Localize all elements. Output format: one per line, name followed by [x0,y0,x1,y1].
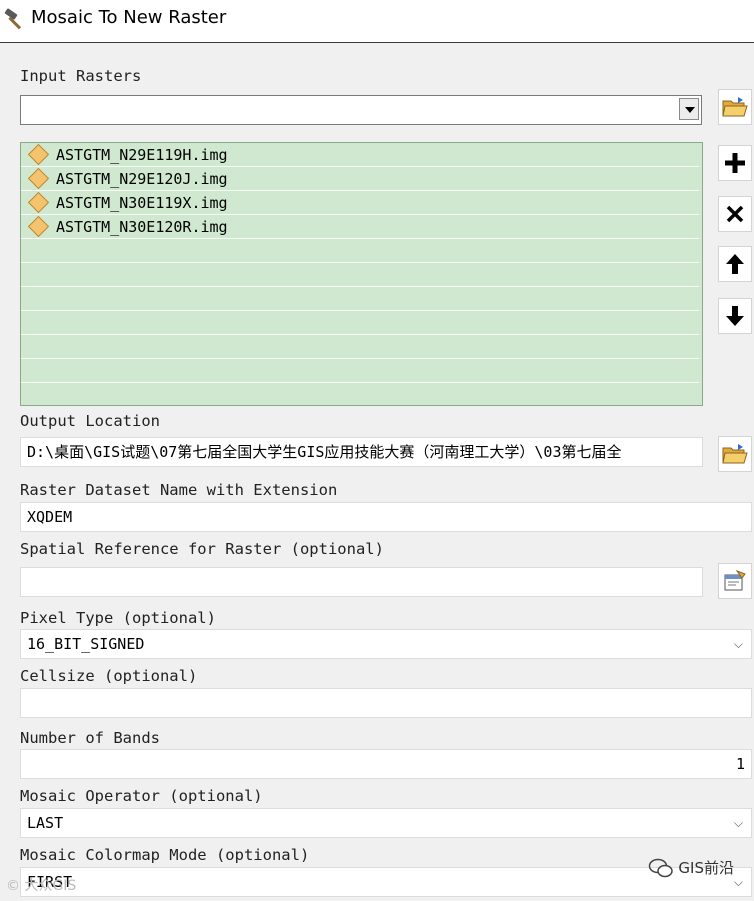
chevron-down-icon: ⌵ [733,875,743,889]
input-rasters-combo[interactable] [20,95,702,125]
chevron-down-icon: ⌵ [733,816,743,830]
output-location-input[interactable]: D:\桌面\GIS试题\07第七届全国大学生GIS应用技能大赛（河南理工大学）\… [20,437,703,467]
window-title: Mosaic To New Raster [31,7,227,28]
list-item[interactable]: ASTGTM_N30E120R.img [21,215,699,239]
remove-button[interactable] [718,196,752,232]
mosaic-operator-value: LAST [27,814,64,832]
hammer-icon [4,8,22,30]
arrow-up-icon [726,254,744,274]
number-of-bands-input[interactable]: 1 [20,749,752,779]
browse-output-button[interactable] [718,436,752,472]
watermark: GIS前沿 [648,857,734,878]
open-folder-icon [722,97,748,117]
mosaic-operator-select[interactable]: LAST ⌵ [20,808,752,838]
cellsize-input[interactable] [20,688,752,718]
input-rasters-label: Input Rasters [20,67,142,85]
spatial-reference-label: Spatial Reference for Raster (optional) [20,540,384,558]
list-item[interactable]: ASTGTM_N29E120J.img [21,167,699,191]
watermark-secondary: © 大众GIS [6,878,77,894]
chevron-down-icon: ⌵ [733,637,743,651]
list-item[interactable]: ASTGTM_N29E119H.img [21,143,699,167]
pixel-type-label: Pixel Type (optional) [20,609,216,627]
raster-name-label: Raster Dataset Name with Extension [20,481,338,499]
combo-dropdown-button[interactable] [679,98,699,120]
raster-name-input[interactable]: XQDEM [20,502,752,532]
spatial-reference-input[interactable] [20,567,703,597]
output-location-label: Output Location [20,412,160,430]
x-icon [726,205,744,223]
raster-icon [27,191,50,214]
pixel-type-value: 16_BIT_SIGNED [27,635,145,653]
properties-icon [724,570,746,591]
open-folder-icon [722,444,748,464]
list-item-empty[interactable] [21,287,699,311]
move-up-button[interactable] [718,246,752,282]
list-item[interactable]: ASTGTM_N30E119X.img [21,191,699,215]
wechat-icon [649,858,674,877]
list-item-empty[interactable] [21,239,699,263]
title-bar: Mosaic To New Raster [0,0,754,43]
browse-input-button[interactable] [718,89,752,125]
list-item-empty[interactable] [21,263,699,287]
number-of-bands-label: Number of Bands [20,729,160,747]
pixel-type-select[interactable]: 16_BIT_SIGNED ⌵ [20,629,752,659]
list-item-empty[interactable] [21,335,699,359]
add-button[interactable] [718,145,752,181]
raster-icon [27,143,50,166]
spatial-reference-properties-button[interactable] [718,563,752,599]
arrow-down-icon [726,306,744,326]
plus-icon [725,153,745,173]
raster-icon [27,167,50,190]
cellsize-label: Cellsize (optional) [20,667,198,685]
list-item-empty[interactable] [21,311,699,335]
input-rasters-list[interactable]: ASTGTM_N29E119H.img ASTGTM_N29E120J.img … [20,142,703,406]
watermark-text: GIS前沿 [678,859,734,877]
colormap-mode-select[interactable]: FIRST ⌵ [20,867,752,897]
raster-icon [27,215,50,238]
move-down-button[interactable] [718,298,752,334]
list-item-empty[interactable] [21,383,699,405]
list-item-empty[interactable] [21,359,699,383]
mosaic-operator-label: Mosaic Operator (optional) [20,787,263,805]
colormap-mode-label: Mosaic Colormap Mode (optional) [20,846,310,864]
